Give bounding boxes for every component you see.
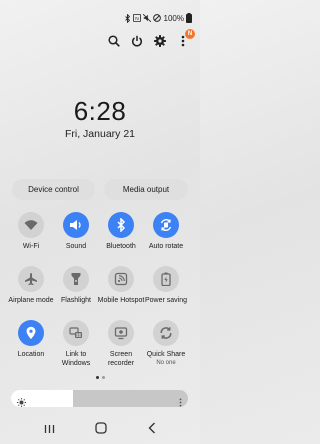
battery-icon — [186, 13, 192, 23]
notification-badge: N — [185, 29, 195, 39]
tile-sublabel: No one — [156, 360, 176, 366]
tile-label: Airplane mode — [8, 297, 54, 304]
location-icon[interactable] — [18, 320, 44, 346]
more-icon[interactable]: N — [176, 29, 195, 48]
tile-label: Wi-Fi — [22, 243, 40, 250]
navigation-bar — [0, 420, 200, 440]
tile-location[interactable]: Location — [6, 320, 56, 359]
tile-label: Location — [17, 351, 45, 358]
wifi-icon[interactable] — [18, 212, 44, 238]
clock-time: 6:28 — [73, 96, 127, 126]
sun-icon — [17, 394, 26, 407]
sound-icon[interactable] — [63, 212, 89, 238]
nfc-icon: N — [132, 14, 141, 22]
tile-flashlight[interactable]: Flashlight — [51, 266, 101, 305]
media-output-button[interactable]: Media output — [104, 179, 188, 200]
mute-icon — [142, 14, 151, 22]
home-icon[interactable] — [95, 421, 108, 439]
tile-screen-recorder[interactable]: Screen recorder — [96, 320, 146, 368]
power-icon[interactable] — [130, 34, 144, 48]
recents-icon[interactable] — [44, 421, 55, 439]
page-dot-active — [95, 376, 99, 379]
tile-label: Auto rotate — [148, 243, 184, 250]
brightness-slider[interactable] — [11, 390, 188, 407]
device-control-button[interactable]: Device control — [12, 179, 95, 200]
tile-mobile-hotspot[interactable]: Mobile Hotspot — [96, 266, 146, 305]
tile-power-saving[interactable]: Power saving — [141, 266, 191, 305]
tile-label: Power saving — [144, 297, 188, 304]
tile-label: Bluetooth — [106, 243, 136, 250]
tile-label: Screen recorder — [107, 351, 135, 367]
gear-icon[interactable] — [153, 34, 167, 48]
screen-recorder-icon[interactable] — [108, 320, 134, 346]
tile-link-to-windows[interactable]: Link to Windows — [51, 320, 101, 368]
clock-date: Fri, January 21 — [64, 128, 136, 140]
tile-quick-share[interactable]: Quick Share No one — [141, 320, 191, 367]
flashlight-icon[interactable] — [63, 266, 89, 292]
power-saving-icon[interactable] — [153, 266, 179, 292]
search-icon[interactable] — [107, 34, 121, 48]
battery-percent: 100% — [163, 13, 184, 23]
tile-label: Flashlight — [61, 297, 91, 304]
tile-label: Link to Windows — [61, 351, 91, 367]
brightness-more-icon[interactable] — [179, 394, 182, 407]
auto-rotate-icon[interactable] — [153, 212, 179, 238]
tile-bluetooth[interactable]: Bluetooth — [96, 212, 146, 251]
tile-sound[interactable]: Sound — [51, 212, 101, 251]
svg-text:N: N — [135, 16, 139, 22]
tile-label: Mobile Hotspot — [97, 297, 145, 304]
top-actions: N — [107, 29, 195, 48]
bluetooth-icon — [124, 13, 131, 23]
tile-auto-rotate[interactable]: Auto rotate — [141, 212, 191, 251]
page-indicator — [0, 376, 200, 379]
tile-label: Quick Share — [146, 351, 186, 358]
tile-airplane-mode[interactable]: Airplane mode — [6, 266, 56, 305]
page-dot — [101, 376, 105, 379]
tile-label: Sound — [65, 243, 87, 250]
no-disturb-icon — [152, 14, 161, 22]
status-bar: N 100% — [124, 12, 192, 24]
bluetooth-icon[interactable] — [108, 212, 134, 238]
tile-wi-fi[interactable]: Wi-Fi — [6, 212, 56, 251]
airplane-icon[interactable] — [18, 266, 44, 292]
back-icon[interactable] — [148, 421, 156, 439]
quick-share-icon[interactable] — [153, 320, 179, 346]
link-to-windows-icon[interactable] — [63, 320, 89, 346]
hotspot-icon[interactable] — [108, 266, 134, 292]
